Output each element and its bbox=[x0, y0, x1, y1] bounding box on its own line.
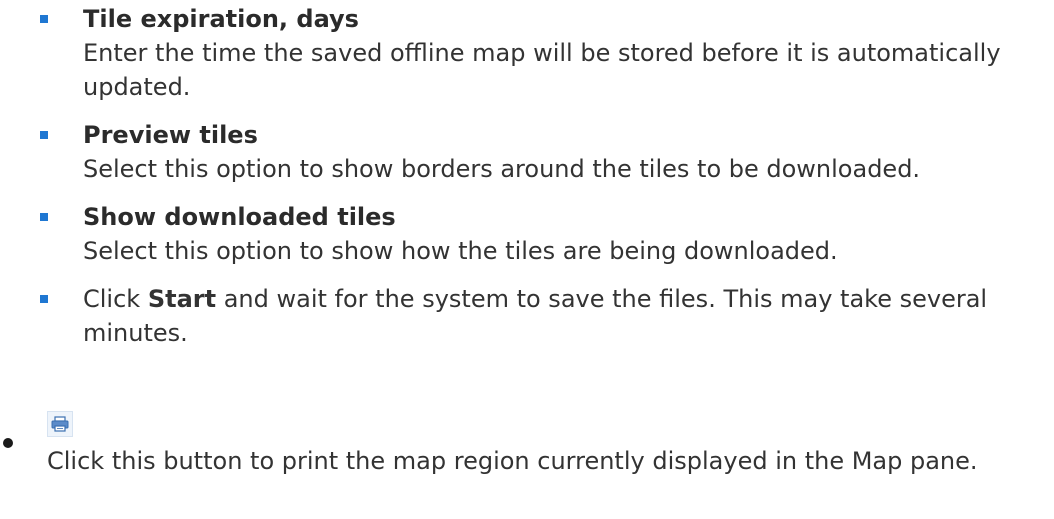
setting-description: Enter the time the saved offline map wil… bbox=[83, 39, 1001, 101]
list-item-start-step: Click Start and wait for the system to s… bbox=[0, 282, 1054, 350]
offline-map-settings-list: Tile expiration, days Enter the time the… bbox=[0, 2, 1054, 364]
start-step-suffix: and wait for the system to save the file… bbox=[83, 285, 988, 347]
start-step-text: Click Start and wait for the system to s… bbox=[83, 282, 1054, 350]
list-item-preview-tiles: Preview tiles Select this option to show… bbox=[0, 118, 1054, 186]
list-item-tile-expiration: Tile expiration, days Enter the time the… bbox=[0, 2, 1054, 104]
square-bullet bbox=[40, 295, 48, 303]
setting-description: Select this option to show borders aroun… bbox=[83, 155, 921, 183]
start-button-name: Start bbox=[147, 285, 217, 313]
list-item-show-downloaded-tiles: Show downloaded tiles Select this option… bbox=[0, 200, 1054, 268]
square-bullet bbox=[40, 213, 48, 221]
round-bullet bbox=[3, 438, 13, 448]
print-description: Click this button to print the map regio… bbox=[47, 447, 978, 475]
start-step-prefix: Click bbox=[83, 285, 148, 313]
setting-description: Select this option to show how the tiles… bbox=[83, 237, 838, 265]
printer-icon bbox=[47, 411, 73, 437]
setting-term: Tile expiration, days bbox=[83, 5, 359, 33]
setting-term: Preview tiles bbox=[83, 121, 258, 149]
square-bullet bbox=[40, 15, 48, 23]
square-bullet bbox=[40, 131, 48, 139]
setting-term: Show downloaded tiles bbox=[83, 203, 396, 231]
